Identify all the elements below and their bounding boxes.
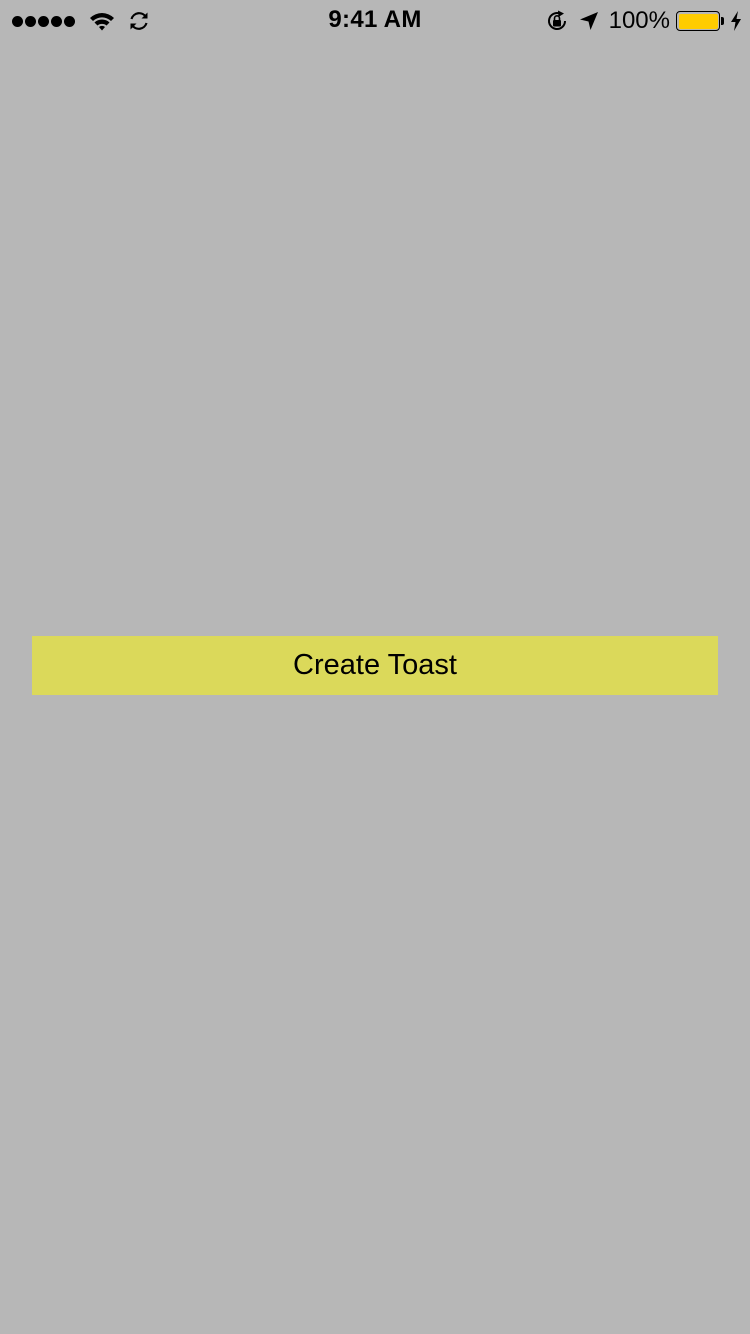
- charging-bolt-icon: [731, 11, 741, 31]
- status-bar: 9:41 AM 100%: [0, 0, 750, 40]
- battery-icon: [676, 11, 720, 31]
- battery-tip: [721, 17, 724, 25]
- status-bar-right: 100%: [545, 7, 742, 35]
- battery-fill: [678, 13, 718, 29]
- rotation-lock-icon: [547, 10, 566, 30]
- location-arrow-icon: [579, 12, 598, 30]
- battery-percentage: 100%: [608, 7, 670, 34]
- create-toast-button[interactable]: Create Toast: [32, 636, 718, 695]
